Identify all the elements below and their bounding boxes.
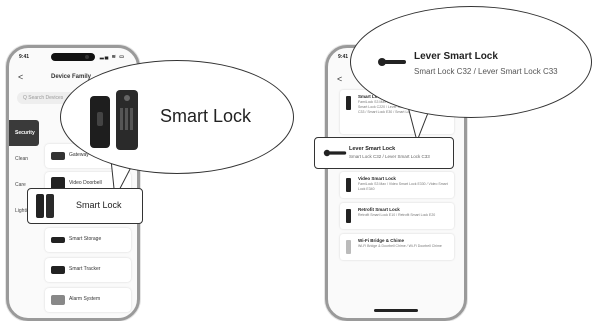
tile-smart-storage[interactable]: Smart Storage — [45, 228, 131, 252]
tile-alarm-system[interactable]: Alarm System — [45, 288, 131, 312]
card-subtitle: Wi-Fi Bridge & Doorbell Chime / Wi-Fi Do… — [358, 244, 442, 248]
home-indicator — [374, 309, 418, 312]
smart-lock-icon-alt — [46, 194, 54, 218]
smart-lock-image — [90, 90, 142, 150]
card-subtitle: FamiLock S3 Max / Video Smart Lock E330 … — [358, 182, 448, 191]
camera-dot — [85, 55, 89, 59]
status-icons: ▂▄ ≋ ▭ — [99, 54, 125, 60]
bubble-title: Smart Lock — [160, 106, 252, 126]
wifi-bridge-icon — [346, 240, 351, 254]
gateway-icon — [51, 152, 65, 160]
bubble-subtitle: Smart Lock C32 / Lever Smart Lock C33 — [414, 67, 558, 76]
lever-lock-icon — [323, 149, 347, 157]
back-button[interactable]: < — [18, 72, 23, 82]
smart-lock-handle-image — [90, 96, 110, 148]
card-title: Lever Smart Lock — [349, 146, 396, 152]
retrofit-smart-lock-icon — [346, 209, 351, 223]
page-title: Device Family — [51, 74, 92, 80]
back-button[interactable]: < — [337, 74, 342, 84]
tile-smart-lock[interactable]: Smart Lock — [27, 188, 143, 224]
alarm-system-icon — [51, 295, 65, 305]
video-smart-lock-icon — [346, 178, 351, 192]
category-security[interactable]: Security — [9, 120, 39, 146]
smart-lock-keypad-image — [116, 90, 138, 150]
card-wifi-bridge[interactable]: Wi-Fi Bridge & Chime Wi-Fi Bridge & Door… — [340, 234, 454, 260]
card-title: Video Smart Lock — [358, 176, 396, 181]
card-subtitle: Smart Lock C32 / Lever Smart Lock C33 — [349, 154, 430, 159]
card-title: Retrofit Smart Lock — [358, 207, 400, 212]
tile-smart-tracker[interactable]: Smart Tracker — [45, 258, 131, 282]
card-lever-smart-lock[interactable]: Lever Smart Lock Smart Lock C32 / Lever … — [314, 137, 454, 169]
card-video-smart-lock[interactable]: Video Smart Lock FamiLock S3 Max / Video… — [340, 172, 454, 198]
card-subtitle: Retrofit Smart Lock E10 / Retrofit Smart… — [358, 213, 436, 217]
card-retrofit-smart-lock[interactable]: Retrofit Smart Lock Retrofit Smart Lock … — [340, 203, 454, 229]
smart-lock-icon — [36, 194, 44, 218]
card-title: Wi-Fi Bridge & Chime — [358, 238, 404, 243]
smart-storage-icon — [51, 237, 65, 243]
status-time: 9:41 — [338, 54, 349, 60]
lever-lock-icon — [378, 57, 406, 67]
dynamic-island — [51, 53, 95, 61]
tile-label: Smart Lock — [76, 200, 122, 210]
smart-tracker-icon — [51, 266, 65, 274]
smart-lock-icon — [346, 96, 351, 110]
status-time: 9:41 — [19, 54, 30, 60]
tile-label: Alarm System — [69, 296, 101, 302]
tile-label: Smart Storage — [69, 236, 102, 242]
tile-label: Smart Tracker — [69, 266, 101, 272]
category-clean[interactable]: Clean — [9, 146, 39, 172]
bubble-title: Lever Smart Lock — [414, 51, 498, 62]
